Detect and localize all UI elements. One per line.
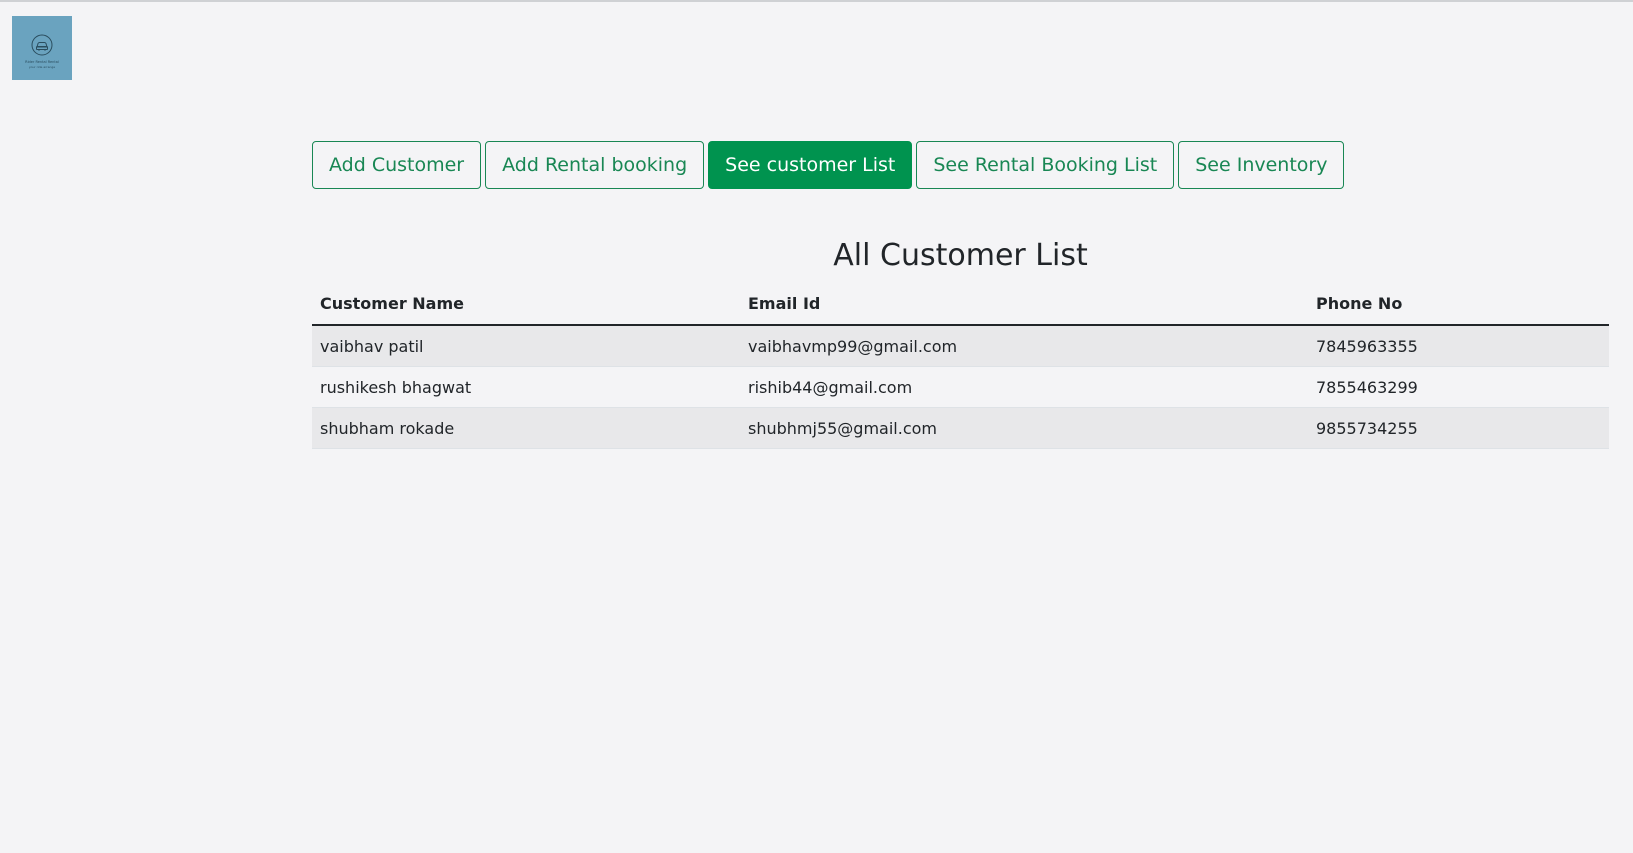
cell-customer-name: vaibhav patil	[312, 325, 740, 367]
table-row: shubham rokade shubhmj55@gmail.com 98557…	[312, 407, 1609, 449]
table-row: vaibhav patil vaibhavmp99@gmail.com 7845…	[312, 325, 1609, 367]
cell-email-id: vaibhavmp99@gmail.com	[740, 325, 1308, 367]
see-rental-booking-list-button[interactable]: See Rental Booking List	[916, 141, 1175, 189]
customer-table: Customer Name Email Id Phone No vaibhav …	[312, 282, 1609, 449]
top-border	[0, 0, 1633, 2]
main-content: All Customer List Customer Name Email Id…	[312, 230, 1609, 449]
see-customer-list-button[interactable]: See customer List	[708, 141, 913, 189]
cell-customer-name: rushikesh bhagwat	[312, 366, 740, 408]
cell-phone-no: 7855463299	[1308, 366, 1609, 408]
table-row: rushikesh bhagwat rishib44@gmail.com 785…	[312, 366, 1609, 408]
car-icon	[31, 34, 53, 55]
column-header-customer-name: Customer Name	[312, 282, 740, 326]
see-inventory-button[interactable]: See Inventory	[1178, 141, 1345, 189]
column-header-phone-no: Phone No	[1308, 282, 1609, 326]
column-header-email-id: Email Id	[740, 282, 1308, 326]
cell-email-id: shubhmj55@gmail.com	[740, 407, 1308, 449]
add-customer-button[interactable]: Add Customer	[312, 141, 482, 189]
logo-subtitle: your ride arrange	[28, 64, 56, 69]
cell-email-id: rishib44@gmail.com	[740, 366, 1308, 408]
cell-phone-no: 7845963355	[1308, 325, 1609, 367]
nav-button-group: Add Customer Add Rental booking See cust…	[312, 141, 1345, 189]
table-header-row: Customer Name Email Id Phone No	[312, 282, 1609, 326]
add-rental-booking-button[interactable]: Add Rental booking	[485, 141, 705, 189]
cell-phone-no: 9855734255	[1308, 407, 1609, 449]
cell-customer-name: shubham rokade	[312, 407, 740, 449]
page-title: All Customer List	[833, 238, 1088, 273]
brand-logo[interactable]: Rider Rental Rental your ride arrange	[12, 16, 72, 80]
